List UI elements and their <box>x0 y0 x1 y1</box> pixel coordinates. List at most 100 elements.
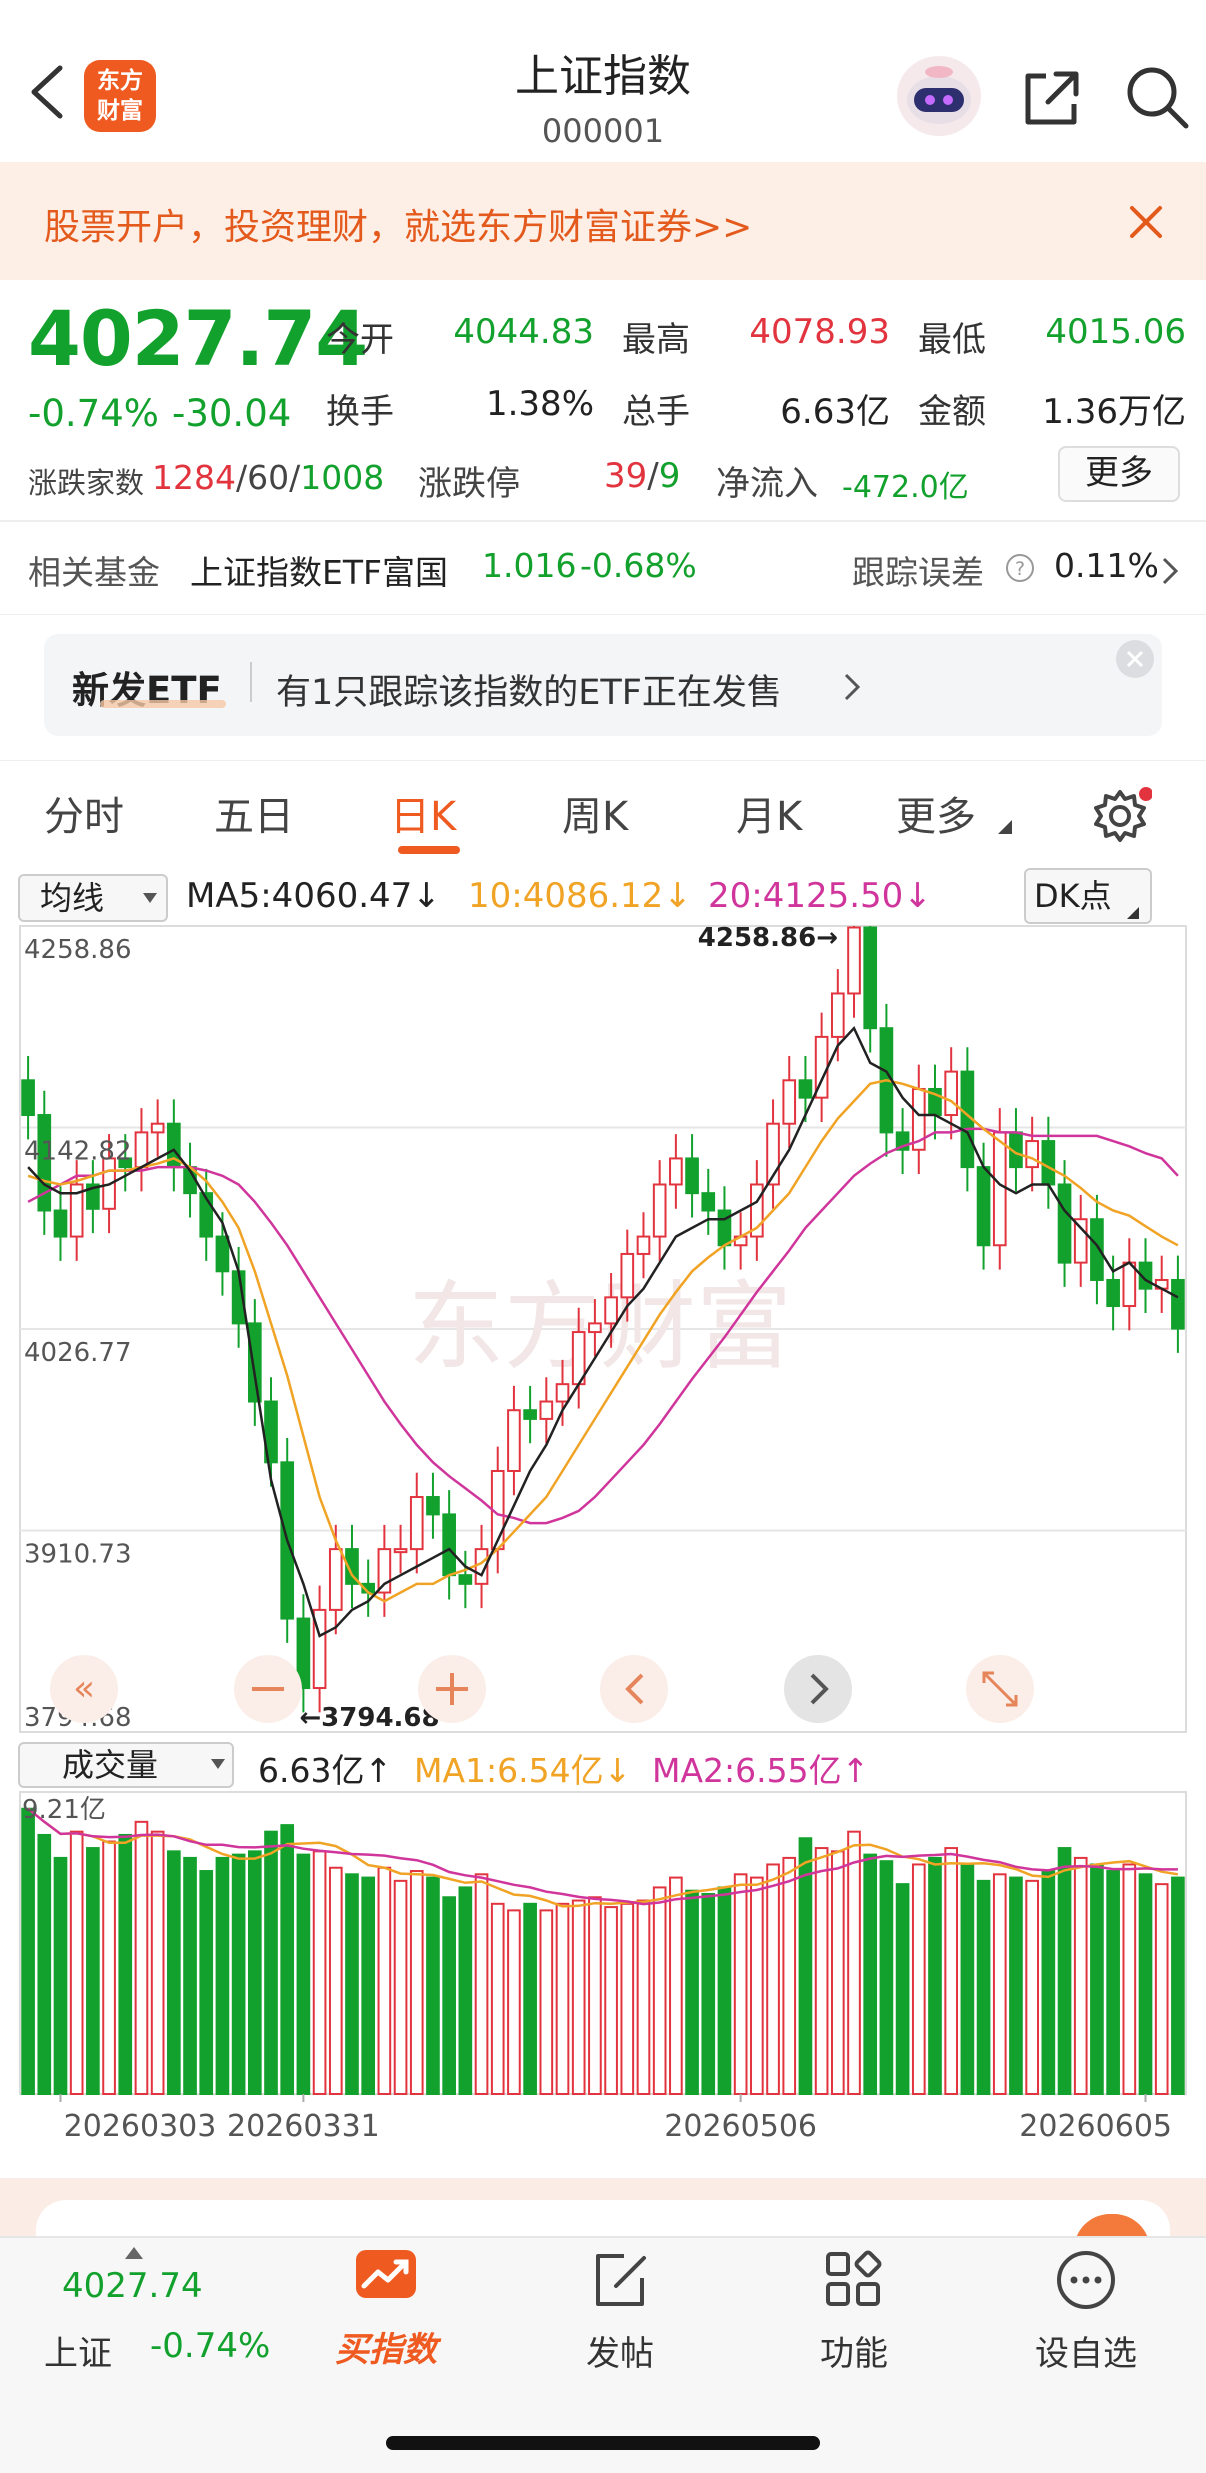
post-edit-icon[interactable] <box>588 2248 654 2312</box>
k-line-chart[interactable]: 东方财富 4258.864142.824026.773910.733794.68… <box>0 862 1206 2162</box>
volume-bar <box>21 1807 35 2096</box>
volume-bar <box>345 1873 359 2096</box>
dropdown-triangle-icon <box>998 820 1012 834</box>
ai-assistant-robot-icon[interactable] <box>892 52 986 140</box>
volume-bar <box>1041 1870 1056 2096</box>
candle-body <box>247 1322 262 1403</box>
volume-bar <box>328 1866 343 2096</box>
volume-bar <box>280 1824 295 2096</box>
turnover-value: 1.38% <box>485 384 594 424</box>
close-icon[interactable] <box>1124 200 1168 244</box>
volume-bar <box>134 1820 149 2096</box>
nav-post-label[interactable]: 发帖 <box>530 2326 710 2375</box>
candle-body <box>620 1252 635 1299</box>
candle-body <box>21 1079 35 1117</box>
price-axis-label: 4142.82 <box>24 1137 132 1167</box>
volume-bar <box>928 1856 942 2096</box>
nav-index-name[interactable]: 上证 <box>44 2326 112 2375</box>
volume-bar <box>863 1853 878 2096</box>
candle-body <box>1057 1183 1072 1264</box>
date-axis-label: 20260605 <box>1019 2109 1172 2144</box>
candle-body <box>1106 1278 1120 1308</box>
functions-grid-icon[interactable] <box>822 2248 886 2312</box>
high-label: 最高 <box>622 320 690 360</box>
change-percent: -0.74% <box>28 392 159 435</box>
tab-monthly-k[interactable]: 月K <box>736 784 802 842</box>
zoom-out-button[interactable] <box>234 1655 302 1723</box>
candle-body <box>134 1131 149 1169</box>
volume-bar <box>312 1850 327 2095</box>
volume-bar <box>1073 1856 1088 2096</box>
price-axis-label: 3910.73 <box>24 1540 132 1570</box>
volume-bar <box>911 1863 926 2096</box>
volume-bar <box>1009 1876 1023 2095</box>
volume-bar <box>620 1902 635 2096</box>
candle-body <box>555 1383 570 1403</box>
volume-bar <box>37 1833 52 2095</box>
candle-body <box>409 1496 424 1551</box>
candle-body <box>701 1192 716 1212</box>
advance-count: 1284 <box>152 458 236 497</box>
candle-body <box>604 1296 618 1325</box>
nav-add-watchlist-label[interactable]: 设自选 <box>996 2326 1176 2375</box>
volume-value: 6.63亿 <box>780 392 890 432</box>
nav-index-change[interactable]: -0.74% <box>150 2326 270 2366</box>
limit-counts: 39/9 <box>604 456 681 496</box>
chevron-right-icon[interactable] <box>1160 556 1180 586</box>
volume-bar <box>102 1840 116 2095</box>
candle-body <box>1171 1278 1185 1330</box>
limit-label: 涨跌停 <box>418 464 520 504</box>
share-icon[interactable] <box>1020 66 1084 130</box>
volume-bar <box>571 1899 586 2095</box>
gear-icon[interactable] <box>1092 786 1152 846</box>
tab-daily-k[interactable]: 日K <box>390 784 456 842</box>
new-etf-text[interactable]: 有1只跟踪该指数的ETF正在发售 <box>276 664 782 715</box>
tab-intraday[interactable]: 分时 <box>44 784 124 842</box>
more-button[interactable]: 更多 <box>1058 446 1180 502</box>
chevron-right-icon[interactable] <box>842 672 862 702</box>
candle-body <box>652 1183 667 1238</box>
tab-more[interactable]: 更多 <box>896 784 976 842</box>
fullscreen-button[interactable] <box>966 1655 1034 1723</box>
tracking-error-value: 0.11% <box>1054 546 1159 585</box>
advance-decline-label: 涨跌家数 <box>28 466 145 500</box>
volume-bar <box>814 1847 829 2095</box>
high-price-label: 4258.86→ <box>698 923 838 953</box>
nav-functions-label[interactable]: 功能 <box>764 2326 944 2375</box>
current-price: 4027.74 <box>28 294 368 383</box>
scroll-left-fast-button[interactable]: « <box>50 1655 118 1723</box>
buy-index-icon[interactable] <box>350 2248 422 2308</box>
price-axis-label: 4026.77 <box>24 1338 132 1368</box>
nav-index-price[interactable]: 4027.74 <box>62 2266 203 2306</box>
open-value: 4044.83 <box>453 312 594 352</box>
tab-five-day[interactable]: 五日 <box>214 784 294 842</box>
tab-weekly-k[interactable]: 周K <box>562 784 628 842</box>
volume-bar <box>474 1873 489 2096</box>
low-price-label: ←3794.68 <box>299 1703 439 1733</box>
volume-bar <box>588 1896 602 2095</box>
candle-body <box>1025 1140 1039 1169</box>
volume-bar <box>992 1873 1007 2096</box>
nav-buy-index-label[interactable]: 买指数 <box>296 2322 476 2371</box>
related-fund-name[interactable]: 上证指数ETF富国 <box>190 546 448 594</box>
close-icon[interactable] <box>1116 640 1154 678</box>
volume-bar <box>1025 1879 1039 2095</box>
volume-bar <box>847 1830 861 2095</box>
scroll-left-button[interactable] <box>600 1655 668 1723</box>
divider <box>250 662 252 702</box>
scroll-right-button[interactable] <box>784 1655 852 1723</box>
volume-bar <box>604 1906 618 2096</box>
volume-bar <box>652 1886 667 2095</box>
promo-banner-text[interactable]: 股票开户，投资理财，就选东方财富证券>> <box>44 198 752 250</box>
expand-up-icon[interactable] <box>124 2246 144 2260</box>
advance-decline-counts: 1284/60/1008 <box>152 458 385 497</box>
more-options-icon[interactable] <box>1054 2248 1118 2312</box>
candle-body <box>992 1131 1007 1247</box>
candle-body <box>1122 1261 1137 1308</box>
volume-bar <box>199 1870 214 2096</box>
volume-bar <box>830 1850 845 2095</box>
candle-body <box>830 992 845 1038</box>
zoom-in-button[interactable] <box>418 1655 486 1723</box>
search-icon[interactable] <box>1124 64 1190 130</box>
help-icon[interactable]: ? <box>1004 552 1036 584</box>
